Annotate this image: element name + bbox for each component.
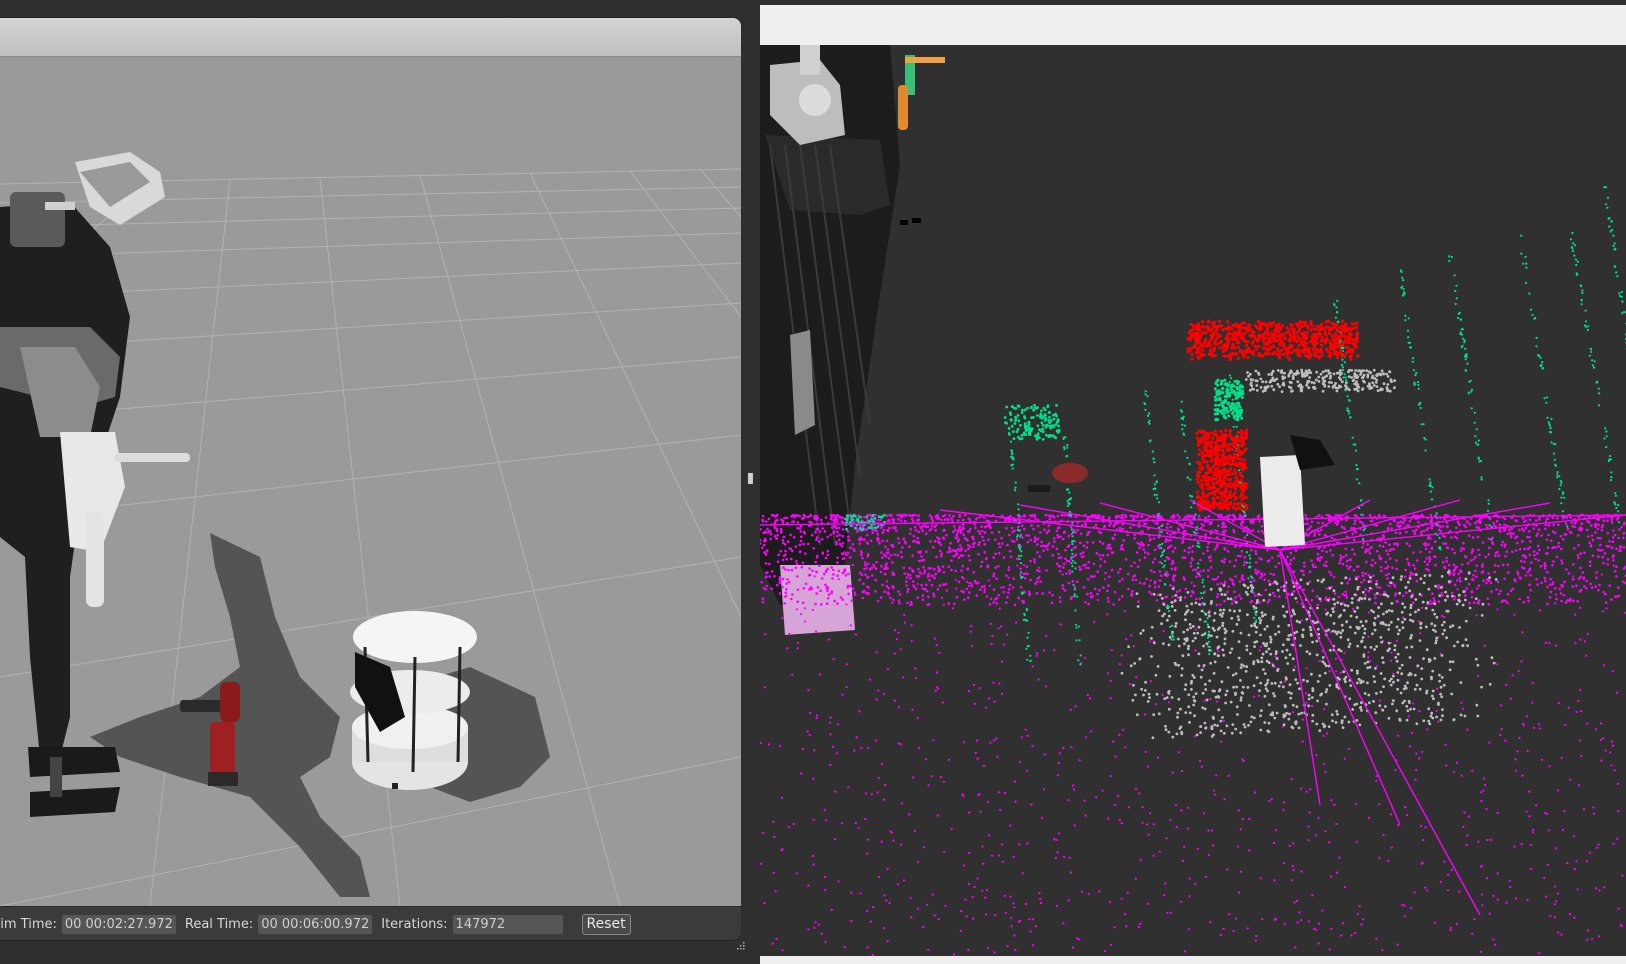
reset-button[interactable]: Reset <box>581 913 631 935</box>
gazebo-statusbar: Sim Time: 00 00:02:27.972 Real Time: 00 … <box>0 906 741 940</box>
size-grip-icon[interactable] <box>734 941 745 952</box>
window-splitter[interactable]: ▪ ▪ ▪ <box>741 0 760 964</box>
rviz-3d-view[interactable] <box>760 45 1626 956</box>
rviz-header-bar <box>760 5 1626 45</box>
gazebo-toolbar <box>0 18 741 57</box>
gazebo-3d-scene[interactable] <box>0 57 741 906</box>
laser-rays <box>760 499 1626 916</box>
turtlebot-model <box>350 611 477 790</box>
iterations-value: 147972 <box>452 914 563 934</box>
iterations-label: Iterations: <box>381 916 448 932</box>
rviz-bottom-bar <box>760 956 1626 964</box>
rviz-window <box>760 5 1626 964</box>
sim-time-label: Sim Time: <box>0 916 57 932</box>
robot-model-in-rviz <box>760 45 945 635</box>
real-time-label: Real Time: <box>184 916 254 932</box>
real-time-value: 00 00:06:00.972 <box>258 914 373 934</box>
sim-time-value: 00 00:02:27.972 <box>61 914 176 934</box>
object-point-cloud <box>1120 368 1498 740</box>
gazebo-window: Sim Time: 00 00:02:27.972 Real Time: 00 … <box>0 17 742 941</box>
robot-shadow <box>90 533 550 897</box>
drill-model-in-rviz <box>1028 463 1088 492</box>
vertical-dots-grip-icon: ▪ ▪ ▪ <box>747 470 754 487</box>
turtlebot-model-in-rviz <box>1260 435 1335 547</box>
